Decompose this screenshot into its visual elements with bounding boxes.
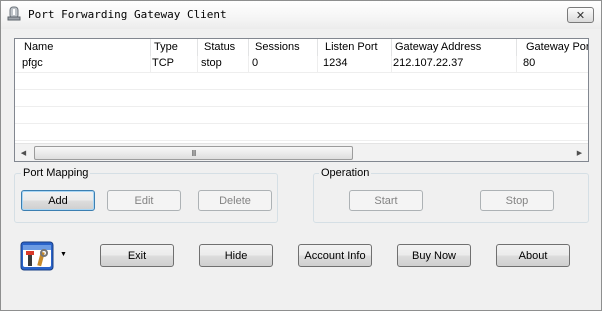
cell-listen-port: 1234	[323, 56, 392, 72]
chevron-down-icon[interactable]: ▼	[60, 251, 68, 259]
account-info-button[interactable]: Account Info	[298, 244, 372, 267]
cell-gateway-address: 212.107.22.37	[393, 56, 517, 72]
column-header-type[interactable]: Type	[154, 39, 198, 56]
cell-status: stop	[201, 56, 249, 72]
column-header-gateway-port[interactable]: Gateway Por	[526, 39, 588, 56]
title-bar[interactable]: Port Forwarding Gateway Client ✕	[1, 1, 601, 29]
scrollbar-thumb[interactable]: III	[34, 146, 353, 160]
close-button[interactable]: ✕	[567, 7, 594, 23]
window-title: Port Forwarding Gateway Client	[28, 8, 227, 21]
column-header-status[interactable]: Status	[204, 39, 249, 56]
add-button[interactable]: Add	[21, 190, 95, 211]
column-header-gateway-address[interactable]: Gateway Address	[395, 39, 517, 56]
cell-type: TCP	[152, 56, 198, 72]
delete-button[interactable]: Delete	[198, 190, 272, 211]
port-mapping-label: Port Mapping	[21, 167, 91, 179]
scroll-right-icon[interactable]: ▶	[571, 144, 588, 161]
about-button[interactable]: About	[496, 244, 570, 267]
column-header-sessions[interactable]: Sessions	[255, 39, 318, 56]
empty-row	[15, 107, 588, 124]
scroll-left-icon[interactable]: ◀	[15, 144, 32, 161]
empty-row	[15, 124, 588, 141]
stop-button[interactable]: Stop	[480, 190, 554, 211]
cell-sessions: 0	[252, 56, 318, 72]
horizontal-scrollbar[interactable]: ◀ III ▶	[15, 143, 588, 161]
exit-button[interactable]: Exit	[100, 244, 174, 267]
cell-name: pfgc	[22, 56, 151, 72]
port-mapping-list[interactable]: Name Type Status Sessions Listen Port Ga…	[14, 38, 589, 162]
bell-icon	[7, 6, 21, 21]
operation-label: Operation	[319, 167, 372, 179]
buy-now-button[interactable]: Buy Now	[397, 244, 471, 267]
column-header-name[interactable]: Name	[24, 39, 151, 56]
empty-row	[15, 90, 588, 107]
empty-row	[15, 73, 588, 90]
start-button[interactable]: Start	[349, 190, 423, 211]
list-header: Name Type Status Sessions Listen Port Ga…	[15, 39, 588, 56]
close-icon: ✕	[575, 8, 586, 22]
table-row[interactable]: pfgc TCP stop 0 1234 212.107.22.37 80	[15, 56, 588, 73]
edit-button[interactable]: Edit	[107, 190, 181, 211]
column-header-listen-port[interactable]: Listen Port	[325, 39, 392, 56]
cell-gateway-port: 80	[523, 57, 536, 69]
hide-button[interactable]: Hide	[199, 244, 273, 267]
tools-icon[interactable]	[20, 240, 54, 274]
main-window: Port Forwarding Gateway Client ✕ Name Ty…	[0, 0, 602, 311]
